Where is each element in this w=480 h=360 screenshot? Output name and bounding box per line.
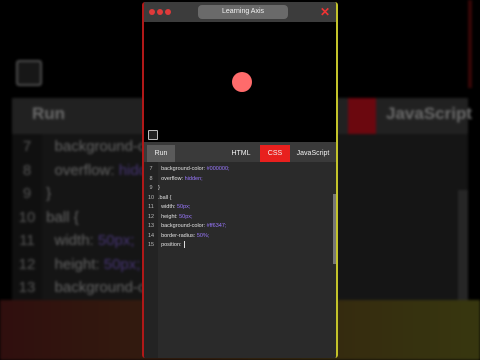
line-number: 15 xyxy=(147,242,155,248)
code-value: 50%; xyxy=(196,232,210,239)
expand-icon[interactable] xyxy=(148,130,158,140)
bg-code-property: background-co xyxy=(54,138,154,155)
code-property: height: xyxy=(161,213,180,220)
bg-line-number: 10 xyxy=(18,208,36,226)
line-number: 8 xyxy=(149,175,153,182)
window-dot-icon[interactable] xyxy=(157,9,163,15)
code-property: width: xyxy=(161,204,177,210)
window-title: Learning Axis xyxy=(198,5,288,19)
bg-line-number: 9 xyxy=(22,185,32,202)
code-value: hidden; xyxy=(184,175,203,182)
close-icon[interactable]: ✕ xyxy=(319,6,331,18)
preview-pane xyxy=(144,22,336,142)
code-line[interactable]: 7 background-color: #000000; xyxy=(144,165,230,174)
code-line[interactable]: 10 .ball { xyxy=(144,194,172,203)
code-line[interactable]: 9} xyxy=(144,184,160,193)
code-value: 50px; xyxy=(176,204,191,210)
code-line[interactable]: 15 position: xyxy=(144,241,186,250)
code-property: background-color: xyxy=(161,223,207,229)
line-number: 10 xyxy=(147,194,155,201)
code-property: background-color: xyxy=(161,166,207,172)
code-property: } xyxy=(158,185,160,191)
code-value: 50px; xyxy=(179,213,193,220)
text-caret xyxy=(184,241,186,249)
bg-code-property: background-co xyxy=(54,279,154,296)
line-number: 11 xyxy=(148,204,154,210)
bg-line-number: 7 xyxy=(22,138,32,155)
run-button[interactable]: Run xyxy=(147,145,175,162)
bg-line-number: 11 xyxy=(19,232,35,249)
code-value: #000000; xyxy=(206,166,230,172)
tab-html[interactable]: HTML xyxy=(224,145,258,162)
editor-scrollbar[interactable] xyxy=(333,194,336,264)
code-property: .ball { xyxy=(158,194,172,201)
line-number: 13 xyxy=(147,223,155,229)
code-editor[interactable]: 7 background-color: #000000; 8 overflow: … xyxy=(144,162,336,358)
code-property: position: xyxy=(161,242,184,248)
app-window: Learning Axis ✕ Run HTML CSS JavaScript … xyxy=(142,2,338,358)
editor-tab-bar: Run HTML CSS JavaScript xyxy=(144,145,336,162)
tab-javascript[interactable]: JavaScript xyxy=(292,145,334,162)
ball-shape xyxy=(232,72,252,92)
bg-expand-icon xyxy=(16,60,42,86)
code-property: overflow: xyxy=(161,175,185,182)
code-line[interactable]: 12 height: 50px; xyxy=(144,213,193,222)
bg-code-property: ball { xyxy=(46,208,79,226)
code-line[interactable]: 14 border-radius: 50%; xyxy=(144,232,209,241)
bg-code-property: } xyxy=(46,185,52,202)
code-line[interactable]: 8 overflow: hidden; xyxy=(144,175,203,184)
bg-tab-javascript: JavaScript xyxy=(386,104,472,123)
window-dot-icon[interactable] xyxy=(149,9,155,15)
line-number: 14 xyxy=(147,232,155,239)
bg-code-value: 50px; xyxy=(97,232,135,249)
bg-code-value: 50px; xyxy=(103,255,141,273)
code-line[interactable]: 13 background-color: #ff6347; xyxy=(144,222,226,231)
bg-tab-run: Run xyxy=(32,104,66,123)
window-dot-icon[interactable] xyxy=(165,9,171,15)
code-line[interactable]: 11 width: 50px; xyxy=(144,203,190,212)
bg-line-number: 12 xyxy=(18,255,36,273)
bg-tab-css xyxy=(348,98,376,134)
line-number: 12 xyxy=(147,213,155,220)
bg-line-number: 13 xyxy=(18,279,36,296)
bg-code-property: overflow: xyxy=(54,161,119,179)
code-value: #ff6347; xyxy=(206,223,227,229)
line-number: 7 xyxy=(149,166,153,172)
code-property: border-radius: xyxy=(161,232,197,239)
title-bar: Learning Axis ✕ xyxy=(144,2,336,22)
bg-code-property: height: xyxy=(54,255,104,273)
bg-code-property: width: xyxy=(54,232,98,249)
line-number: 9 xyxy=(149,185,153,191)
bg-line-number: 8 xyxy=(22,161,32,179)
tab-css[interactable]: CSS xyxy=(260,145,290,162)
